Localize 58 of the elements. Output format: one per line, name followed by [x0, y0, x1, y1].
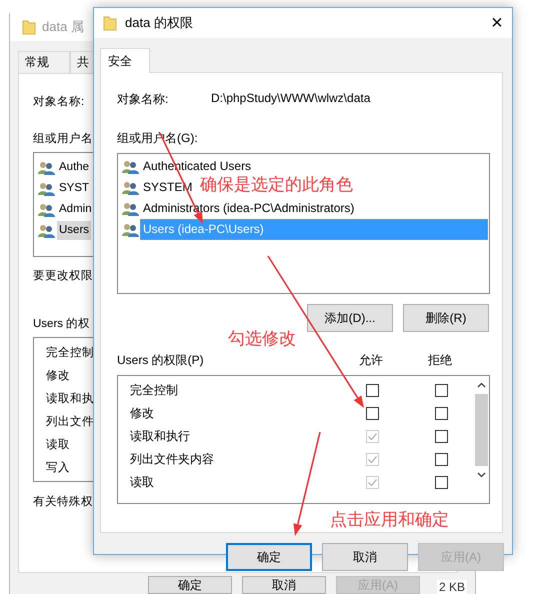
permission-name: 完全控制 [130, 382, 179, 399]
folder-icon [22, 19, 36, 35]
label: Users 的权 [33, 316, 90, 331]
annotation-text: 确保是选定的此角色 [200, 174, 353, 196]
permission-name: 读取和执行 [130, 428, 191, 445]
permission-name: 完全控制 [46, 345, 94, 361]
window-title: data 的权限 [125, 14, 194, 32]
permission-name: 列出文件 [46, 414, 94, 430]
permission-name: 列出文件夹内容 [130, 451, 215, 468]
remove-button[interactable]: 删除(R) [403, 304, 489, 332]
list-item[interactable]: Admin [57, 200, 94, 219]
users-icon [122, 222, 139, 236]
path-text: D:\phpStudy\WWW\wlwz\data [211, 91, 370, 107]
users-icon [122, 160, 139, 174]
hint-text: 有关特殊权 [33, 494, 93, 509]
checkbox[interactable] [434, 476, 448, 489]
label: 对象名称: [33, 94, 84, 109]
users-icon [122, 202, 139, 216]
permission-name: 读取和执 [46, 392, 94, 407]
users-icon [38, 224, 55, 238]
users-icon [122, 180, 139, 194]
label: 组或用户名 [33, 131, 93, 146]
hint-text: 要更改权限 [33, 268, 93, 283]
annotation-text: 点击应用和确定 [330, 509, 449, 531]
permission-name: 修改 [46, 368, 70, 384]
scroll-thumb[interactable] [475, 394, 488, 466]
label: 对象名称: [117, 91, 170, 108]
window-title: data 属 [42, 18, 84, 36]
permission-name: 写入 [46, 460, 70, 476]
permission-name: 读取 [130, 474, 155, 491]
folder-icon [103, 15, 117, 31]
annotation-text: 勾选修改 [228, 328, 296, 350]
label: Users 的权限(P) [117, 352, 205, 369]
list-item[interactable]: SYST [57, 179, 92, 198]
users-icon [38, 160, 55, 174]
checkbox[interactable] [434, 407, 448, 420]
button[interactable]: 取消 [242, 576, 326, 594]
users-icon [38, 182, 55, 196]
permission-name: 修改 [130, 405, 155, 422]
checkbox[interactable] [366, 407, 378, 420]
list-item[interactable]: Authe [57, 158, 92, 177]
list-item[interactable]: Users [57, 221, 92, 240]
tab[interactable]: 安全 [100, 48, 150, 73]
close-button[interactable]: × [482, 9, 512, 37]
button[interactable]: 确定 [148, 576, 232, 594]
permission-name: 读取 [46, 438, 70, 453]
checkbox[interactable] [434, 430, 448, 443]
button[interactable]: 确定 [226, 543, 312, 571]
column-header: 拒绝 [427, 352, 453, 369]
size-text: 2 KB [437, 580, 468, 594]
checkbox[interactable] [434, 453, 448, 466]
users-icon [38, 202, 55, 216]
button[interactable]: 取消 [322, 543, 408, 571]
checkbox[interactable] [434, 384, 448, 397]
column-header: 允许 [358, 352, 384, 369]
tab[interactable]: 常规 [18, 51, 70, 73]
add-button[interactable]: 添加(D)... [307, 304, 393, 332]
checkbox[interactable] [366, 384, 378, 397]
